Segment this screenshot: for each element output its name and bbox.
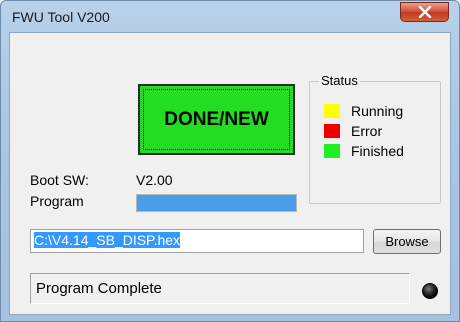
finished-label: Finished — [351, 143, 404, 159]
close-button[interactable] — [400, 2, 449, 22]
status-bar: Program Complete — [30, 273, 410, 304]
status-group-title: Status — [319, 73, 360, 88]
error-label: Error — [351, 123, 383, 139]
file-path-text: C:\V4.14_SB_DISP.hex — [34, 232, 181, 248]
browse-button[interactable]: Browse — [373, 229, 441, 254]
status-row-running: Running — [324, 103, 403, 119]
finished-swatch — [324, 144, 340, 158]
running-label: Running — [351, 103, 404, 119]
error-swatch — [324, 124, 340, 138]
status-row-finished: Finished — [324, 143, 404, 159]
app-window: FWU Tool V200 DONE/NEW Status Running Er… — [0, 0, 460, 322]
boot-sw-label: Boot SW: — [30, 172, 89, 188]
file-path-input[interactable]: C:\V4.14_SB_DISP.hex — [30, 229, 364, 253]
window-title: FWU Tool V200 — [12, 9, 110, 25]
done-new-button[interactable]: DONE/NEW — [138, 84, 295, 155]
running-swatch — [324, 104, 340, 118]
title-bar[interactable]: FWU Tool V200 — [1, 1, 459, 31]
client-area: DONE/NEW Status Running Error Finished B… — [9, 32, 451, 315]
led-indicator — [422, 283, 438, 299]
boot-sw-value: V2.00 — [136, 172, 173, 188]
progress-fill — [137, 195, 296, 211]
program-progress-bar — [136, 194, 297, 212]
status-legend-group: Status Running Error Finished — [309, 73, 441, 204]
close-icon — [418, 6, 432, 18]
program-label: Program — [30, 193, 84, 209]
status-row-error: Error — [324, 123, 382, 139]
